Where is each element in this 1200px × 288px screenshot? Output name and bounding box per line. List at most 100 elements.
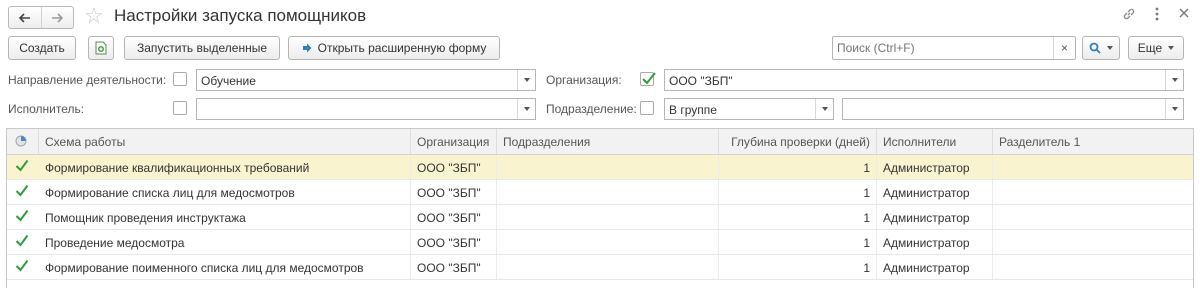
launch-selected-label: Запустить выделенные <box>136 41 268 55</box>
search-clear-button[interactable]: × <box>1053 37 1075 59</box>
cell-departments <box>497 230 719 254</box>
chevron-down-icon <box>523 78 530 82</box>
cell-departments <box>497 180 719 204</box>
column-header-executors[interactable]: Исполнители <box>877 129 993 154</box>
settings-table: Схема работы Организация Подразделения Г… <box>6 128 1194 288</box>
cell-scheme: Проведение медосмотра <box>39 230 411 254</box>
more-vertical-icon[interactable] <box>1154 7 1160 21</box>
checkmark-icon[interactable] <box>15 159 29 176</box>
department-mode-field[interactable]: В группе <box>664 98 834 120</box>
filter-row-2: Исполнитель: Подразделение: В группе <box>0 97 1200 121</box>
cell-separator <box>993 205 1193 229</box>
chevron-down-icon <box>1171 107 1178 111</box>
organization-field[interactable]: ООО "ЗБП" <box>664 69 1184 91</box>
cell-scheme: Помощник проведения инструктажа <box>39 205 411 229</box>
cell-scheme: Формирование списка лиц для медосмотров <box>39 180 411 204</box>
column-header-scheme[interactable]: Схема работы <box>39 129 411 154</box>
chevron-down-icon <box>523 107 530 111</box>
cell-depth: 1 <box>719 205 877 229</box>
arrow-right-icon <box>52 12 64 23</box>
close-icon[interactable] <box>1178 7 1190 19</box>
cell-separator <box>993 180 1193 204</box>
cell-executor: Администратор <box>877 230 993 254</box>
chevron-down-icon <box>1107 46 1113 50</box>
arrow-right-blue-icon <box>302 43 312 53</box>
checkmark-icon[interactable] <box>15 234 29 251</box>
search-box: × <box>832 36 1076 60</box>
table-header: Схема работы Организация Подразделения Г… <box>7 129 1193 155</box>
cell-executor: Администратор <box>877 205 993 229</box>
command-bar: Создать Запустить выделенные Открыть рас… <box>0 36 1200 62</box>
window-actions <box>1122 7 1190 21</box>
cell-scheme: Формирование поименного списка лиц для м… <box>39 255 411 279</box>
search-icon <box>1089 42 1101 54</box>
status-pie-icon <box>15 135 27 147</box>
cell-executor: Администратор <box>877 255 993 279</box>
column-header-depth[interactable]: Глубина проверки (дней) <box>719 129 877 154</box>
executor-field[interactable] <box>196 98 536 120</box>
cell-organization: ООО "ЗБП" <box>411 255 497 279</box>
cell-separator <box>993 255 1193 279</box>
direction-dropdown-button[interactable] <box>517 70 535 90</box>
checkmark-icon[interactable] <box>15 209 29 226</box>
more-button[interactable]: Еще <box>1128 36 1184 60</box>
table-row[interactable]: Помощник проведения инструктажа ООО "ЗБП… <box>7 205 1193 230</box>
department-dropdown-button[interactable] <box>1165 99 1183 119</box>
favorite-star-icon[interactable]: ☆ <box>84 3 104 29</box>
cell-departments <box>497 205 719 229</box>
arrow-left-icon <box>18 12 30 23</box>
more-label: Еще <box>1137 41 1163 55</box>
column-header-organization[interactable]: Организация <box>411 129 497 154</box>
title-bar: ☆ Настройки запуска помощников <box>0 0 1200 34</box>
organization-dropdown-button[interactable] <box>1165 70 1183 90</box>
chevron-down-icon <box>821 107 828 111</box>
open-extended-form-button[interactable]: Открыть расширенную форму <box>288 36 500 60</box>
navigation-group <box>8 6 74 29</box>
launch-selected-button[interactable]: Запустить выделенные <box>124 36 280 60</box>
cell-organization: ООО "ЗБП" <box>411 230 497 254</box>
table-row[interactable]: Формирование поименного списка лиц для м… <box>7 255 1193 280</box>
department-mode-dropdown-button[interactable] <box>815 99 833 119</box>
cell-depth: 1 <box>719 180 877 204</box>
cell-scheme: Формирование квалификационных требований <box>39 155 411 179</box>
cell-depth: 1 <box>719 255 877 279</box>
filter-row-1: Направление деятельности: Обучение Орган… <box>0 68 1200 92</box>
back-button[interactable] <box>9 7 41 28</box>
copy-button[interactable] <box>88 36 114 60</box>
cell-organization: ООО "ЗБП" <box>411 205 497 229</box>
status-column-header[interactable] <box>7 129 39 154</box>
table-row[interactable]: Формирование квалификационных требований… <box>7 155 1193 180</box>
link-icon[interactable] <box>1122 7 1136 21</box>
executor-checkbox[interactable] <box>173 101 187 115</box>
cell-executor: Администратор <box>877 155 993 179</box>
cell-departments <box>497 155 719 179</box>
table-row[interactable]: Проведение медосмотра ООО "ЗБП" 1 Админи… <box>7 230 1193 255</box>
document-add-icon <box>95 41 107 55</box>
chevron-down-icon <box>1171 78 1178 82</box>
column-header-departments[interactable]: Подразделения <box>497 129 719 154</box>
direction-label: Направление деятельности: <box>8 73 167 87</box>
cell-separator <box>993 230 1193 254</box>
direction-field[interactable]: Обучение <box>196 69 536 91</box>
forward-button[interactable] <box>40 7 74 28</box>
organization-checkbox[interactable] <box>640 72 656 86</box>
column-header-separator[interactable]: Разделитель 1 <box>993 129 1193 154</box>
checkmark-icon[interactable] <box>15 184 29 201</box>
department-field[interactable] <box>842 98 1184 120</box>
department-label: Подразделение: <box>546 102 637 116</box>
table-row[interactable]: Формирование списка лиц для медосмотров … <box>7 180 1193 205</box>
clear-icon: × <box>1060 41 1068 55</box>
open-extended-form-label: Открыть расширенную форму <box>317 41 487 55</box>
cell-executor: Администратор <box>877 180 993 204</box>
executor-dropdown-button[interactable] <box>517 99 535 119</box>
search-input[interactable] <box>833 37 1051 59</box>
direction-checkbox[interactable] <box>173 72 187 86</box>
executor-label: Исполнитель: <box>8 102 85 116</box>
page-title: Настройки запуска помощников <box>114 6 367 25</box>
create-button[interactable]: Создать <box>8 36 76 60</box>
checkmark-icon[interactable] <box>15 259 29 276</box>
search-button[interactable] <box>1082 36 1120 60</box>
organization-label: Организация: <box>546 73 622 87</box>
department-checkbox[interactable] <box>640 101 654 115</box>
cell-depth: 1 <box>719 155 877 179</box>
